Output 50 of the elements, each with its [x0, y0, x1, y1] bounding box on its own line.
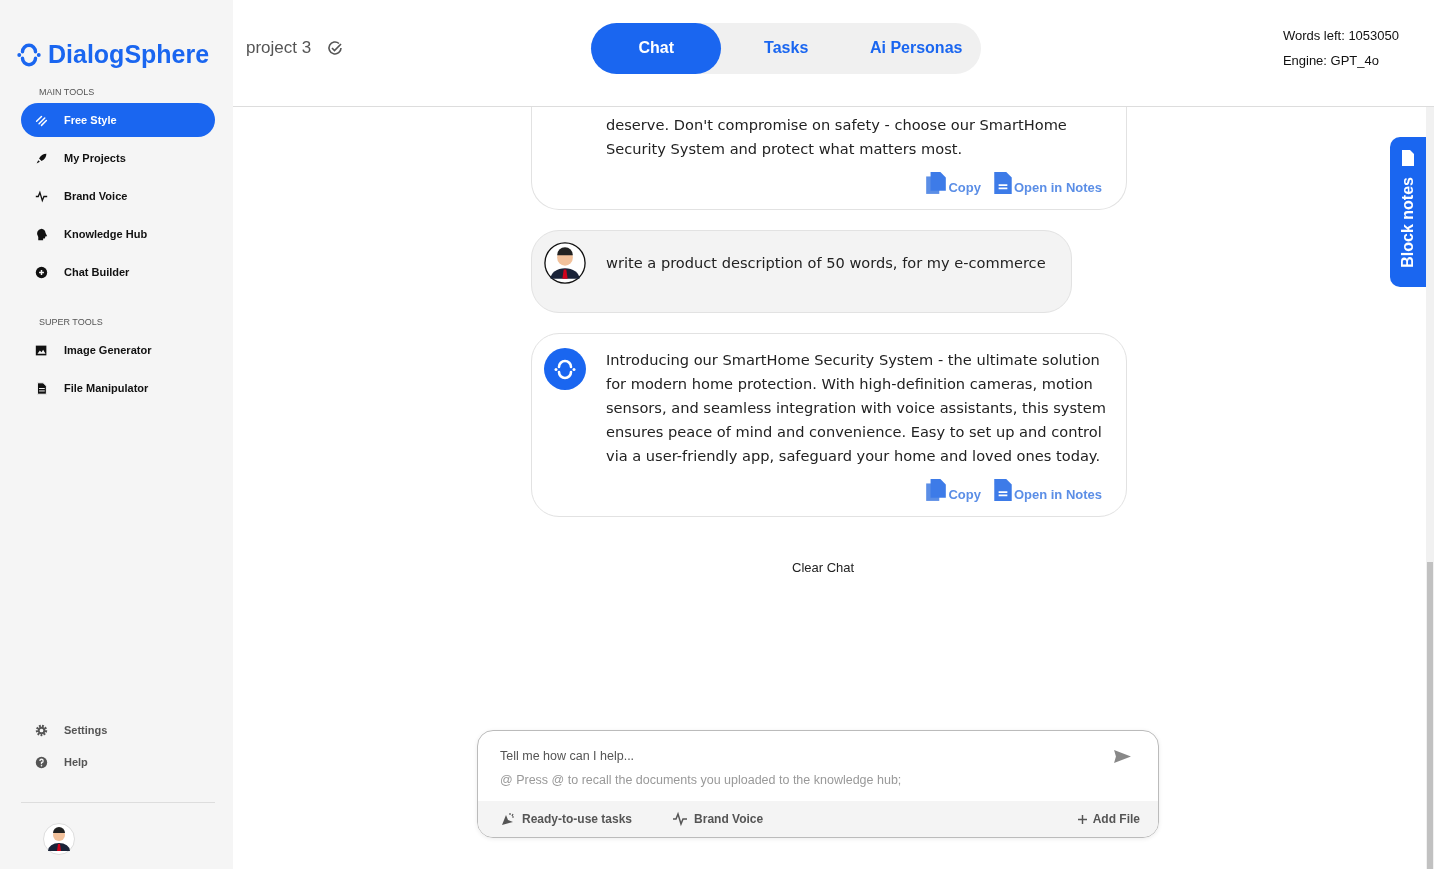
document-icon: [1401, 149, 1415, 167]
block-notes-tab[interactable]: Block notes: [1390, 137, 1426, 287]
sidebar-footer-item[interactable]: Settings: [21, 716, 215, 744]
sidebar-item[interactable]: Brand Voice: [21, 179, 215, 213]
clear-chat-button[interactable]: Clear Chat: [786, 559, 861, 576]
section-title: SUPER TOOLS: [39, 317, 104, 327]
document-icon: [992, 478, 1013, 502]
message-text: Introducing our SmartHome Security System - the ultimate solution for modern home protection. With high-definition cameras, motion sensors, and seamless integration with voice assistants, this system ensures peace of mind and convenience. Easy to set up and control via a user-friendly app, safeguard your home and loved ones today.: [606, 350, 1107, 466]
section-title: MAIN TOOLS: [39, 87, 96, 97]
head-icon: [35, 227, 48, 241]
sidebar-item[interactable]: Image Generator: [21, 333, 215, 367]
document-icon: [35, 381, 48, 395]
send-icon[interactable]: [1113, 749, 1132, 764]
sidebar-item[interactable]: Free Style: [21, 103, 215, 137]
waveform-icon: [672, 811, 689, 827]
message-text: write a product description of 50 words, for my e-commerce: [606, 253, 1046, 273]
sidebar-footer-item[interactable]: Help: [21, 748, 215, 776]
tab[interactable]: Ai Personas: [851, 22, 982, 74]
plus-icon: [1077, 814, 1087, 824]
scrollbar[interactable]: [1426, 107, 1434, 869]
sparkle-cursor-icon: [500, 811, 516, 827]
sidebar-item[interactable]: My Projects: [21, 141, 215, 175]
image-icon: [35, 343, 48, 357]
message-text: deserve. Don't compromise on safety - choose our SmartHome Security System and protect what matters most.: [606, 115, 1068, 159]
document-icon: [992, 171, 1013, 195]
assistant-avatar: [544, 348, 586, 390]
user-avatar[interactable]: [43, 823, 75, 855]
copy-icon: [925, 171, 948, 195]
check-circle-icon[interactable]: [327, 40, 344, 56]
logo-icon: [16, 41, 42, 68]
composer-tool-button[interactable]: Brand Voice: [672, 811, 764, 827]
sidebar-item[interactable]: File Manipulator: [21, 371, 215, 405]
brand-name: DialogSphere: [48, 40, 210, 69]
tab[interactable]: Tasks: [721, 22, 852, 74]
words-left: Words left: 1053050: [1282, 28, 1399, 43]
project-name: project 3: [246, 38, 312, 58]
waves-icon: [35, 113, 48, 127]
settings-icon: [35, 723, 48, 737]
help-icon: [35, 755, 48, 769]
waveform-icon: [35, 189, 48, 203]
chat-plus-icon: [35, 265, 48, 279]
sidebar-item[interactable]: Chat Builder: [21, 255, 215, 289]
sidebar-item[interactable]: Knowledge Hub: [21, 217, 215, 251]
composer-tool-button[interactable]: Ready-to-use tasks: [500, 811, 633, 827]
copy-icon: [925, 478, 948, 502]
add-file-button[interactable]: Add File: [1077, 812, 1140, 826]
user-avatar: [544, 242, 586, 284]
engine-label: Engine: GPT_4o: [1282, 53, 1380, 68]
input-hint: @ Press @ to recall the documents you uploaded to the knowledge hub;: [500, 773, 903, 787]
tab[interactable]: Chat: [591, 22, 722, 74]
